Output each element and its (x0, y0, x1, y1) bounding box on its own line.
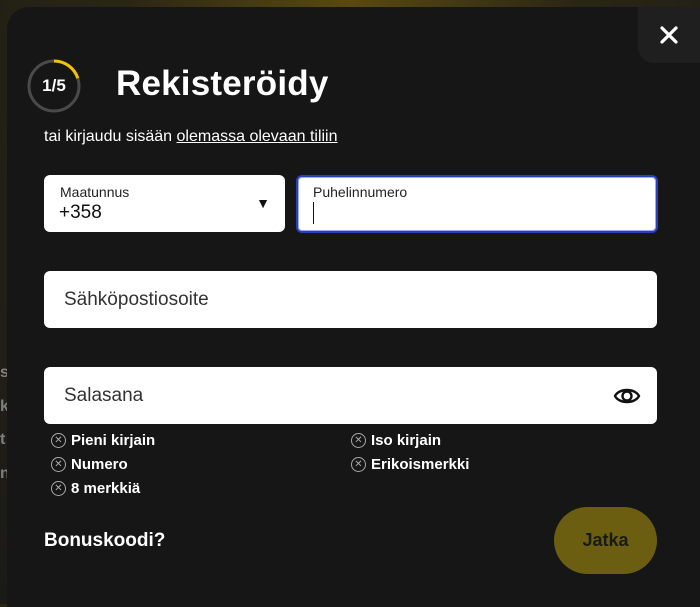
phone-number-input[interactable]: Puhelinnumero (296, 175, 658, 233)
continue-button[interactable]: Jatka (554, 507, 657, 574)
rule-label: Pieni kirjain (71, 432, 156, 449)
background-text-fragment: t (0, 431, 6, 448)
login-link[interactable]: olemassa olevaan tiliin (177, 128, 338, 145)
password-rule-lowercase: ✕ Pieni kirjain (51, 432, 155, 449)
password-input[interactable]: Salasana (44, 367, 657, 424)
circle-x-icon: ✕ (51, 433, 66, 448)
step-progress-indicator: 1/5 (27, 59, 81, 113)
eye-icon[interactable] (613, 383, 641, 409)
email-placeholder: Sähköpostiosoite (64, 289, 209, 310)
rule-label: Iso kirjain (371, 432, 442, 449)
bonus-code-link[interactable]: Bonuskoodi? (44, 530, 165, 552)
password-rule-special: ✕ Erikoismerkki (351, 456, 469, 473)
close-button[interactable] (638, 7, 700, 63)
password-placeholder: Salasana (64, 385, 144, 406)
rule-label: Numero (71, 456, 128, 473)
circle-x-icon: ✕ (351, 433, 366, 448)
circle-x-icon: ✕ (351, 457, 366, 472)
page-title: Rekisteröidy (116, 64, 329, 103)
email-input[interactable]: Sähköpostiosoite (44, 271, 657, 328)
triangle-down-icon: ▼ (256, 195, 270, 211)
login-prompt: tai kirjaudu sisään olemassa olevaan til… (44, 128, 338, 146)
close-icon (660, 26, 678, 44)
password-rule-number: ✕ Numero (51, 456, 128, 473)
password-rule-length: ✕ 8 merkkiä (51, 480, 140, 497)
country-code-select[interactable]: Maatunnus +358 ▼ (44, 175, 285, 232)
country-code-label: Maatunnus (60, 184, 130, 200)
text-cursor (313, 202, 314, 224)
circle-x-icon: ✕ (51, 481, 66, 496)
circle-x-icon: ✕ (51, 457, 66, 472)
country-code-value: +358 (59, 202, 102, 223)
step-counter: 1/5 (42, 76, 66, 95)
login-prompt-text: tai kirjaudu sisään (44, 128, 173, 145)
password-rule-uppercase: ✕ Iso kirjain (351, 432, 441, 449)
rule-label: Erikoismerkki (371, 456, 470, 473)
phone-number-label: Puhelinnumero (313, 184, 408, 200)
rule-label: 8 merkkiä (71, 480, 141, 497)
